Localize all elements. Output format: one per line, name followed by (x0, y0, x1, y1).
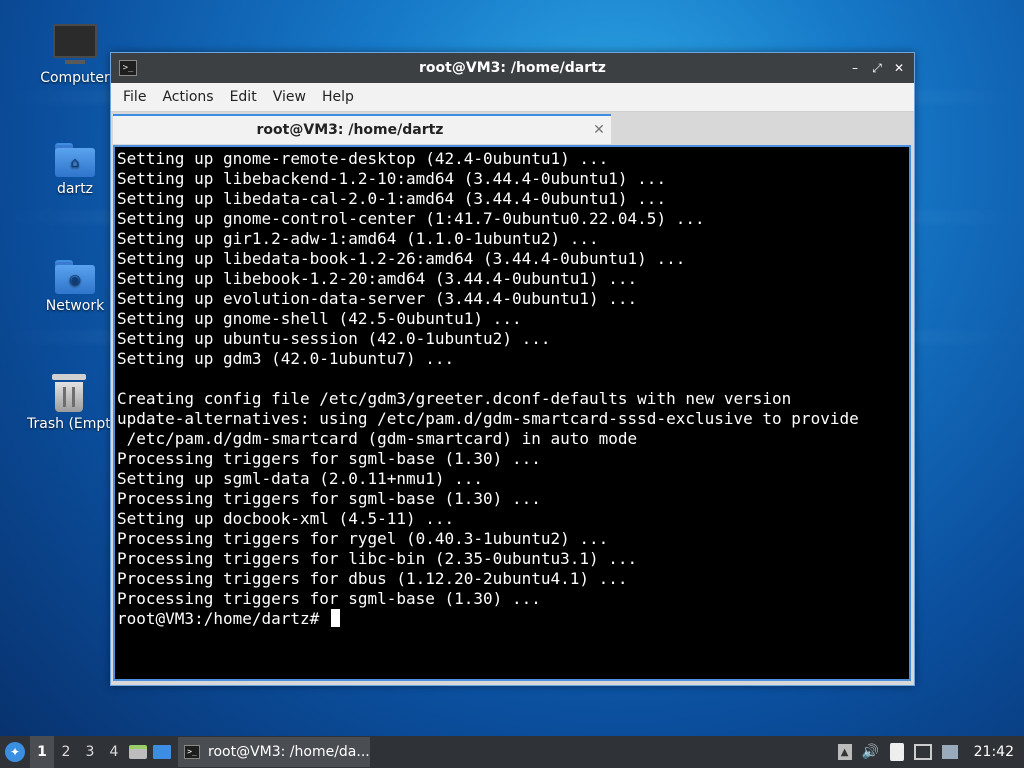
update-notifier-icon[interactable]: ▲ (837, 744, 852, 760)
menu-edit[interactable]: Edit (222, 89, 265, 105)
network-icon[interactable] (913, 744, 932, 760)
desktop-icon-trash[interactable]: Trash (Empty) (27, 374, 111, 432)
clock[interactable]: 21:42 (974, 744, 1014, 760)
network-folder-icon: ◉ (55, 260, 95, 294)
system-tray: ▲ 🔊 21:42 (837, 743, 1024, 761)
terminal-line: update-alternatives: using /etc/pam.d/gd… (117, 409, 859, 428)
terminal-line: Setting up sgml-data (2.0.11+nmu1) ... (117, 469, 484, 488)
terminal-line: Setting up gnome-shell (42.5-0ubuntu1) .… (117, 309, 522, 328)
terminal-line: Setting up libedata-book-1.2-26:amd64 (3… (117, 249, 686, 268)
desktop-icon-computer[interactable]: Computer (27, 24, 123, 86)
tab-close-icon[interactable]: ✕ (587, 122, 611, 138)
home-folder-icon: ⌂ (55, 143, 95, 177)
terminal-line: Processing triggers for rygel (0.40.3-1u… (117, 529, 609, 548)
terminal-prompt-line[interactable]: root@VM3:/home/dartz# (117, 609, 909, 629)
workspace-3[interactable]: 3 (78, 736, 102, 768)
terminal-line: Creating config file /etc/gdm3/greeter.d… (117, 389, 792, 408)
terminal-line: Setting up gdm3 (42.0-1ubuntu7) ... (117, 349, 455, 368)
terminal-line: /etc/pam.d/gdm-smartcard (gdm-smartcard)… (117, 429, 638, 448)
desktop-icon-dartz[interactable]: ⌂ dartz (27, 143, 123, 197)
desktop-icon-label: Network (45, 298, 105, 314)
window-titlebar[interactable]: >_ root@VM3: /home/dartz – ⤢ ✕ (111, 53, 914, 83)
terminal-window[interactable]: >_ root@VM3: /home/dartz – ⤢ ✕ File Acti… (110, 52, 915, 686)
terminal-line: Setting up gir1.2-adw-1:amd64 (1.1.0-1ub… (117, 229, 599, 248)
terminal-line: Setting up ubuntu-session (42.0-1ubuntu2… (117, 329, 551, 348)
menu-file[interactable]: File (115, 89, 154, 105)
desktop-icon-label: Trash (Empty) (27, 416, 111, 432)
lubuntu-logo-icon: ✦ (5, 742, 25, 762)
terminal-line: Processing triggers for sgml-base (1.30)… (117, 449, 541, 468)
terminal-line: Processing triggers for sgml-base (1.30)… (117, 489, 541, 508)
menubar: File Actions Edit View Help (111, 83, 914, 112)
file-manager-icon[interactable] (126, 736, 150, 768)
menu-view[interactable]: View (265, 89, 314, 105)
terminal-line: Processing triggers for dbus (1.12.20-2u… (117, 569, 628, 588)
desktop-icon-network[interactable]: ◉ Network (27, 260, 123, 314)
terminal-cursor (330, 609, 340, 627)
start-menu-button[interactable]: ✦ (0, 736, 30, 768)
task-label: root@VM3: /home/da... (208, 744, 370, 760)
window-title: root@VM3: /home/dartz (419, 60, 606, 76)
terminal-line: Setting up libebackend-1.2-10:amd64 (3.4… (117, 169, 667, 188)
desktop-icon-label: Computer (40, 70, 110, 86)
terminal-line: Setting up gnome-remote-desktop (42.4-0u… (117, 149, 609, 168)
clipboard-icon[interactable] (889, 743, 904, 761)
terminal-line: Setting up docbook-xml (4.5-11) ... (117, 509, 455, 528)
volume-icon[interactable]: 🔊 (862, 743, 880, 761)
taskbar: ✦ 1 2 3 4 >_ root@VM3: /home/da... ▲ 🔊 2… (0, 736, 1024, 768)
menu-actions[interactable]: Actions (154, 89, 221, 105)
tab-terminal[interactable]: root@VM3: /home/dartz ✕ (113, 114, 611, 144)
terminal-line: Setting up libebook-1.2-20:amd64 (3.44.4… (117, 269, 638, 288)
terminal-line: Processing triggers for sgml-base (1.30)… (117, 589, 541, 608)
terminal-line: Setting up gnome-control-center (1:41.7-… (117, 209, 705, 228)
desktop-icon-label: dartz (56, 181, 94, 197)
tab-label: root@VM3: /home/dartz (256, 122, 444, 138)
terminal-output[interactable]: Setting up gnome-remote-desktop (42.4-0u… (113, 145, 911, 681)
menu-help[interactable]: Help (314, 89, 362, 105)
trash-icon (52, 374, 86, 412)
terminal-prompt: root@VM3:/home/dartz# (117, 609, 329, 628)
workspace-2[interactable]: 2 (54, 736, 78, 768)
workspace-4[interactable]: 4 (102, 736, 126, 768)
terminal-line: Processing triggers for libc-bin (2.35-0… (117, 549, 638, 568)
maximize-button[interactable]: ⤢ (868, 59, 886, 77)
terminal-line: Setting up evolution-data-server (3.44.4… (117, 289, 638, 308)
close-button[interactable]: ✕ (890, 59, 908, 77)
minimize-button[interactable]: – (846, 59, 864, 77)
terminal-app-icon: >_ (119, 60, 137, 76)
workspace-1[interactable]: 1 (30, 736, 54, 768)
screen-lock-icon[interactable] (941, 745, 958, 759)
terminal-task-icon: >_ (184, 745, 200, 759)
tab-bar: root@VM3: /home/dartz ✕ (111, 112, 914, 144)
terminal-line: Setting up libedata-cal-2.0-1:amd64 (3.4… (117, 189, 667, 208)
taskbar-task-terminal[interactable]: >_ root@VM3: /home/da... (178, 737, 370, 767)
show-desktop-icon[interactable] (150, 736, 174, 768)
computer-icon (53, 24, 97, 64)
